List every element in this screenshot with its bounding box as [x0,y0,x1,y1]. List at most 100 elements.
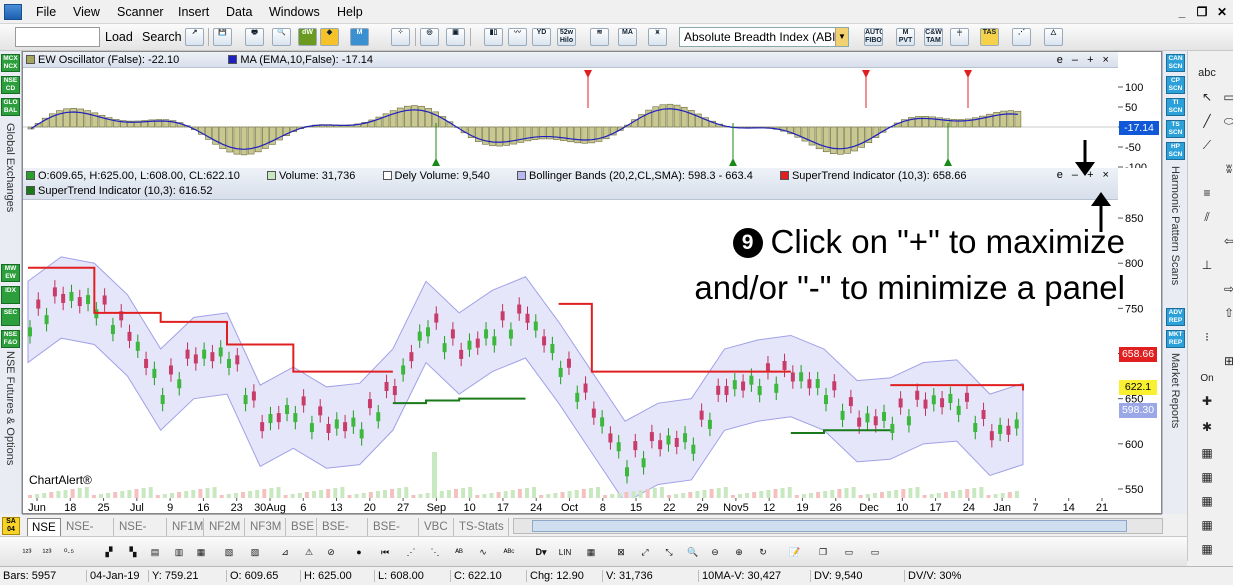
dots-icon[interactable]: ⁝ [1196,327,1218,347]
d-icon[interactable]: D▾ [532,544,550,561]
ma-icon[interactable]: MA [618,28,637,46]
line-icon[interactable]: ╱ [1196,111,1218,131]
decimal-icon[interactable]: ⁰·⁵ [60,544,78,561]
chevron-down-icon[interactable]: ▼ [835,28,848,46]
rectangle-icon[interactable]: ▭ [1218,87,1233,107]
adv-rep-button[interactable]: ADV REP [1166,308,1185,326]
tab-nf2m[interactable]: NF2M [205,518,245,536]
mcx-button[interactable]: MCX NCX [1,54,20,72]
menu-data[interactable]: Data [226,5,252,19]
table-icon[interactable]: ▦ [1196,443,1218,463]
alert-icon[interactable]: ⚠ [300,544,318,561]
window-icon[interactable]: ▭ [840,544,858,561]
idx-button[interactable]: IDX [1,286,20,304]
tab-bse-rp[interactable]: BSE-RP [369,518,419,551]
menu-view[interactable]: View [73,5,100,19]
tab-ts-stats[interactable]: TS-Stats [455,518,509,536]
oscillator-plot[interactable] [23,68,1118,168]
auto-fibo-icon[interactable]: AUTO FIBO [864,28,883,46]
candles-icon[interactable]: ╪ [950,28,969,46]
tab-bse[interactable]: BSE [287,518,317,536]
globe-icon[interactable]: ◎ [420,28,439,46]
channel-icon[interactable]: ⫽ [1196,207,1218,227]
volume-icon[interactable]: ▮▯ [484,28,503,46]
triangle-icon[interactable]: △ [1044,28,1063,46]
heikin-icon[interactable]: ▧ [220,544,238,561]
oscillator-panel-controls[interactable]: e – + × [1057,52,1112,68]
star-icon[interactable]: ✱ [1196,417,1218,437]
m-icon[interactable]: M [350,28,369,46]
ew-icon[interactable]: ʬ [1218,159,1233,179]
nav-first-icon[interactable]: ⏮ [376,544,394,561]
curve-icon[interactable]: ∿ [474,544,492,561]
52w-hilo-icon[interactable]: 52w Hilo [557,28,576,46]
cp-scn-button[interactable]: CP SCN [1166,76,1185,94]
candle-icon[interactable]: ▥ [170,544,188,561]
chart-area[interactable]: EW Oscillator (False): -22.10 MA (EMA,10… [22,51,1162,514]
symbol-input[interactable] [15,27,100,47]
dw-icon[interactable]: dW [298,28,317,46]
table3-icon[interactable]: ▦ [1196,491,1218,511]
menu-file[interactable]: File [36,5,56,19]
record-icon[interactable]: ● [350,544,368,561]
ohlc-icon[interactable]: ¹²³ [18,544,36,561]
arrow-nav-icon[interactable]: ◆ [320,28,339,46]
hp-scn-button[interactable]: HP SCN [1166,142,1185,160]
ts-scn-button[interactable]: TS SCN [1166,120,1185,138]
lin-icon[interactable]: LIN [556,544,574,561]
abc-icon[interactable]: ᴬᴮ [450,544,468,561]
pin-icon[interactable]: ⊥ [1196,255,1218,275]
expand-icon[interactable]: ⤢ [636,544,654,561]
mkt-rep-button[interactable]: MKT REP [1166,330,1185,348]
global-exchanges-label[interactable]: Global Exchanges [4,123,16,212]
menu-help[interactable]: Help [337,5,363,19]
fan-icon[interactable]: ⋰ [1012,28,1031,46]
table5-icon[interactable]: ▦ [1196,539,1218,559]
bars-icon[interactable]: ▤ [146,544,164,561]
sa-button[interactable]: SA 04 [2,517,20,535]
chart-type-icon[interactable]: ↗ [185,28,204,46]
tab-nse-ha[interactable]: NSE-HA [62,518,114,551]
menu-windows[interactable]: Windows [269,5,320,19]
market-reports-label[interactable]: Market Reports [1169,353,1181,428]
scatter-icon[interactable]: ⁘ [391,28,410,46]
search-button[interactable]: Search [139,27,185,47]
tas-icon[interactable]: TAS [980,28,999,46]
tab-vbc[interactable]: VBC [420,518,454,536]
tab-nse-rp[interactable]: NSE-RP [115,518,167,551]
save-icon[interactable]: 💾 [213,28,232,46]
band-icon[interactable]: ⩙ [648,28,667,46]
close-icon[interactable]: ✕ [1215,6,1229,20]
global-button[interactable]: GLO BAL [1,98,20,116]
tab-nf3m[interactable]: NF3M [246,518,286,536]
pattern-icon[interactable]: ≋ [590,28,609,46]
text-tool[interactable]: abc [1196,63,1218,83]
nse-fo-button[interactable]: NSE F&O [1,330,20,348]
yd-icon[interactable]: YD [532,28,551,46]
note-icon[interactable]: 📝 [786,544,804,561]
screen-icon[interactable]: ▣ [446,28,465,46]
cross-icon[interactable]: ✚ [1196,391,1218,411]
zoom-out-icon[interactable]: ⊖ [706,544,724,561]
load-button[interactable]: Load [102,27,136,47]
indicator-select[interactable]: Absolute Breadth Index (ABI ▼ [679,27,849,47]
line-chart-icon[interactable]: ▦ [192,544,210,561]
renko-icon[interactable]: ▨ [246,544,264,561]
horizontal-scrollbar[interactable] [513,518,1163,534]
cursor-icon[interactable]: ↖ [1196,87,1218,107]
zoom-fit-icon[interactable]: ⊠ [612,544,630,561]
fib-icon[interactable]: ≡ [1196,183,1218,203]
arrow-up-icon[interactable]: ⇧ [1218,303,1233,323]
abc-wave-icon[interactable]: ᴬᴮᶜ [500,544,518,561]
arrow-left-icon[interactable]: ⇦ [1218,231,1233,251]
ti-scn-button[interactable]: TI SCN [1166,98,1185,116]
wave-icon[interactable]: ⊿ [276,544,294,561]
preview-icon[interactable]: 🔍 [272,28,291,46]
pvt-icon[interactable]: M PVT [896,28,915,46]
scrollbar-thumb[interactable] [532,520,1127,532]
pitch-icon[interactable]: ⋱ [426,544,444,561]
compress-icon[interactable]: ⤡ [660,544,678,561]
print-icon[interactable]: 🖶 [245,28,264,46]
mw-ew-button[interactable]: MW EW [1,264,20,282]
scale-icon[interactable]: ¹²³ [38,544,56,561]
